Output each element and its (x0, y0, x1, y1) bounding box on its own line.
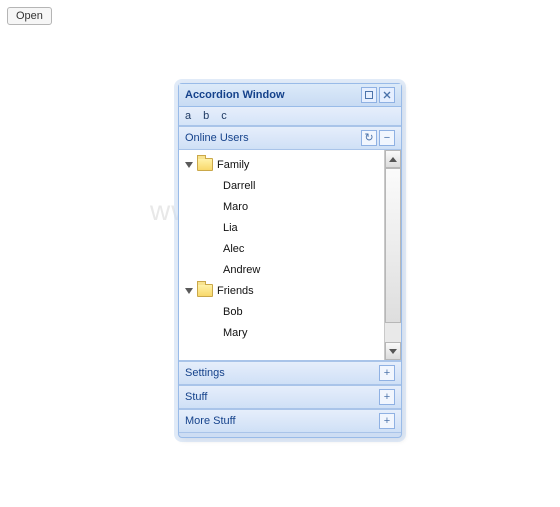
collapse-icon[interactable]: − (379, 130, 395, 146)
panel-title: Stuff (185, 391, 377, 403)
scroll-thumb[interactable] (385, 168, 401, 323)
chevron-down-icon (185, 288, 193, 294)
expand-icon[interactable]: + (379, 365, 395, 381)
chevron-down-icon (185, 162, 193, 168)
titlebar[interactable]: Accordion Window (179, 84, 401, 107)
toolbar-item-b[interactable]: b (203, 110, 209, 122)
tree-label: Maro (223, 201, 248, 213)
window-title: Accordion Window (185, 89, 359, 101)
panel-title: Settings (185, 367, 377, 379)
tree-leaf[interactable]: Bob (181, 301, 382, 322)
tree: Family Darrell Maro Lia Alec Andrew Frie… (179, 150, 384, 360)
tree-leaf[interactable]: Andrew (181, 259, 382, 280)
scroll-up-button[interactable] (385, 150, 401, 168)
tree-label: Family (217, 159, 249, 171)
tree-label: Darrell (223, 180, 255, 192)
panel-header-stuff[interactable]: Stuff + (179, 385, 401, 409)
tree-node-friends[interactable]: Friends (181, 280, 382, 301)
refresh-icon[interactable]: ↻ (361, 130, 377, 146)
tree-leaf[interactable]: Maro (181, 196, 382, 217)
tree-label: Alec (223, 243, 244, 255)
maximize-button[interactable] (361, 87, 377, 103)
panel-header-settings[interactable]: Settings + (179, 361, 401, 385)
folder-icon (197, 158, 213, 171)
tree-label: Friends (217, 285, 254, 297)
tree-label: Andrew (223, 264, 260, 276)
tree-node-family[interactable]: Family (181, 154, 382, 175)
scroll-down-button[interactable] (385, 342, 401, 360)
tree-label: Mary (223, 327, 247, 339)
accordion-window: Accordion Window a b c Online Users ↻ − … (178, 83, 402, 438)
tree-leaf[interactable]: Alec (181, 238, 382, 259)
close-button[interactable] (379, 87, 395, 103)
folder-icon (197, 284, 213, 297)
panel-title: Online Users (185, 132, 359, 144)
panel-body-online-users: Family Darrell Maro Lia Alec Andrew Frie… (179, 150, 401, 361)
expand-icon[interactable]: + (379, 413, 395, 429)
scrollbar[interactable] (384, 150, 401, 360)
expand-icon[interactable]: + (379, 389, 395, 405)
tree-label: Lia (223, 222, 238, 234)
tree-leaf[interactable]: Darrell (181, 175, 382, 196)
panel-header-online-users[interactable]: Online Users ↻ − (179, 126, 401, 150)
scroll-track[interactable] (385, 168, 401, 342)
toolbar-item-a[interactable]: a (185, 110, 191, 122)
tree-leaf[interactable]: Lia (181, 217, 382, 238)
tree-label: Bob (223, 306, 243, 318)
panel-title: More Stuff (185, 415, 377, 427)
toolbar-item-c[interactable]: c (221, 110, 227, 122)
toolbar: a b c (179, 107, 401, 126)
open-button[interactable]: Open (7, 7, 52, 25)
panel-header-more-stuff[interactable]: More Stuff + (179, 409, 401, 433)
tree-leaf[interactable]: Mary (181, 322, 382, 343)
